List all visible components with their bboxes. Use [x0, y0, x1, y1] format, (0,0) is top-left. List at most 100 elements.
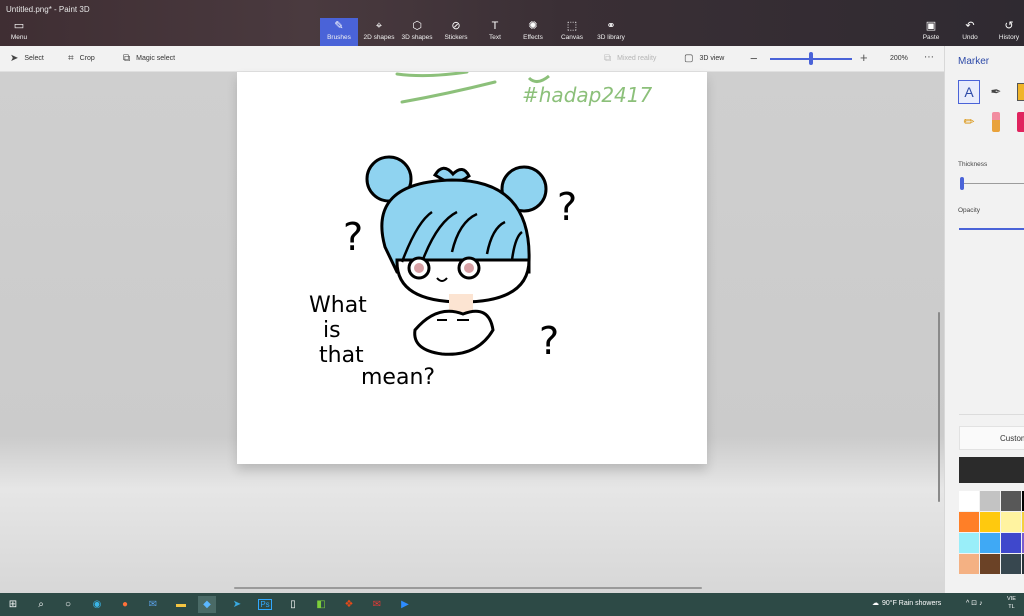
panel-divider [959, 414, 1024, 415]
drawing-artwork: #hadap2417 ? ? ? What is that mean? [309, 72, 653, 390]
firefox-icon: ● [121, 599, 129, 610]
photoshop-icon: Ps [258, 599, 272, 610]
mail-app[interactable]: ✉ [144, 596, 162, 613]
color-swatch[interactable] [959, 512, 979, 532]
crop-icon: ⌗ [68, 53, 74, 64]
menu-folder-icon: ▭ [13, 20, 25, 32]
office-app[interactable]: ❖ [340, 596, 358, 613]
vertical-scrollbar[interactable] [938, 312, 940, 502]
color-swatch[interactable] [1001, 533, 1021, 553]
mail-icon: ✉ [148, 599, 158, 610]
crayon-tool[interactable] [1011, 110, 1024, 134]
ribbon: Untitled.png* - Paint 3D ▭ Menu ✎ Brushe… [0, 0, 1024, 46]
oil-brush-tool[interactable] [1011, 80, 1024, 104]
green-scribble-2 [527, 74, 550, 83]
window-title: Untitled.png* - Paint 3D [6, 5, 90, 14]
left-iris [414, 263, 424, 273]
tab-canvas[interactable]: ⬚ Canvas [553, 18, 591, 46]
color-swatch[interactable] [980, 533, 1000, 553]
stickers-icon: ⊘ [451, 20, 461, 32]
handwriting-line-2: is [323, 318, 341, 343]
firefox-app[interactable]: ● [116, 596, 134, 613]
pencil-tool[interactable]: ✏ [958, 110, 980, 134]
mixed-reality-button[interactable]: ⧉ Mixed reality [604, 53, 656, 64]
file-explorer-app[interactable]: ▬ [172, 596, 190, 613]
color-swatch[interactable] [959, 533, 979, 553]
horizontal-scrollbar[interactable] [234, 587, 702, 589]
color-swatch[interactable] [1001, 512, 1021, 532]
telegram-icon: ➤ [232, 599, 242, 610]
video-icon: ▶ [401, 599, 409, 610]
workspace: #hadap2417 ? ? ? What is that mean? [0, 72, 944, 593]
opacity-slider[interactable] [959, 228, 1024, 230]
paste-button[interactable]: ▣ Paste [912, 18, 950, 46]
tab-2d-shapes[interactable]: ⌖ 2D shapes [360, 18, 398, 46]
color-swatch[interactable] [959, 491, 979, 511]
3d-view-button[interactable]: ▢ 3D view [684, 53, 724, 64]
weather-widget[interactable]: ☁ 90°F Rain showers [872, 599, 941, 608]
telegram-app[interactable]: ➤ [228, 596, 246, 613]
more-options-icon[interactable]: ⋯ [924, 52, 934, 63]
3d-view-icon: ▢ [684, 53, 694, 64]
zoom-slider-thumb[interactable] [809, 52, 813, 65]
color-swatch[interactable] [980, 512, 1000, 532]
menu-button[interactable]: ▭ Menu [0, 18, 38, 46]
zoom-app[interactable]: ▶ [396, 596, 414, 613]
tab-effects[interactable]: ✺ Effects [514, 18, 552, 46]
marker-icon: A [964, 84, 974, 100]
calligraphy-pen-tool[interactable]: ✒ [985, 80, 1007, 104]
canvas-icon: ⬚ [566, 20, 578, 32]
color-swatch[interactable] [1001, 491, 1021, 511]
text-icon: T [491, 20, 499, 32]
thickness-label: Thickness [958, 161, 988, 168]
handwriting-line-4: mean? [361, 365, 435, 390]
opacity-label: Opacity [958, 207, 981, 214]
zoom-in-button[interactable]: + [860, 50, 868, 65]
tab-3d-library[interactable]: ⚭ 3D library [592, 18, 630, 46]
paint3d-app[interactable]: ◆ [198, 596, 216, 613]
drawing-canvas[interactable]: #hadap2417 ? ? ? What is that mean? [237, 72, 707, 464]
command-bar: ➤ Select ⌗ Crop ⧉ Magic select ⧉ Mixed r… [0, 46, 944, 72]
language-indicator[interactable]: VIE TL [1007, 595, 1016, 611]
edge-app[interactable]: ◉ [88, 596, 106, 613]
color-swatch[interactable] [980, 554, 1000, 574]
chevron-up-icon: ^ [966, 600, 970, 607]
3d-shapes-icon: ⬡ [412, 20, 422, 32]
mixed-reality-icon: ⧉ [604, 53, 612, 64]
color-swatch[interactable] [959, 554, 979, 574]
hashtag-text: #hadap2417 [522, 83, 653, 107]
undo-button[interactable]: ↶ Undo [951, 18, 989, 46]
cloud-icon: ☁ [872, 600, 879, 607]
color-swatch[interactable] [980, 491, 1000, 511]
history-button[interactable]: ↺ History [990, 18, 1024, 46]
marker-tool[interactable]: A [958, 80, 980, 104]
tab-brushes[interactable]: ✎ Brushes [320, 18, 358, 46]
system-tray[interactable]: ^ ⊡ ♪ [966, 599, 983, 607]
paint3d-icon: ◆ [203, 599, 211, 610]
notepad-app[interactable]: ▯ [284, 596, 302, 613]
eraser-tool[interactable] [985, 110, 1007, 134]
color-swatch[interactable] [1001, 554, 1021, 574]
effects-icon: ✺ [528, 20, 538, 32]
mail-client-app[interactable]: ✉ [368, 596, 386, 613]
camtasia-icon: ◧ [316, 599, 326, 610]
tab-3d-shapes[interactable]: ⬡ 3D shapes [398, 18, 436, 46]
thickness-slider-track[interactable] [961, 183, 1024, 184]
thickness-slider-thumb[interactable] [960, 177, 965, 190]
magic-select-button[interactable]: ⧉ Magic select [123, 53, 175, 64]
tab-text[interactable]: T Text [476, 18, 514, 46]
search-button[interactable]: ⌕ [32, 596, 50, 613]
shirt [413, 309, 495, 356]
cortana-button[interactable]: ○ [59, 596, 77, 613]
zoom-out-button[interactable]: − [750, 51, 758, 66]
crop-button[interactable]: ⌗ Crop [68, 53, 95, 64]
question-mark-top-right: ? [557, 185, 577, 229]
tab-stickers[interactable]: ⊘ Stickers [437, 18, 475, 46]
photoshop-app[interactable]: Ps [256, 596, 274, 613]
custom-color-button[interactable]: Custom [959, 426, 1024, 450]
select-button[interactable]: ➤ Select [10, 53, 44, 64]
windows-icon: ⊞ [8, 599, 18, 610]
camtasia-app[interactable]: ◧ [312, 596, 330, 613]
cursor-icon: ➤ [10, 53, 19, 64]
start-button[interactable]: ⊞ [4, 596, 22, 613]
